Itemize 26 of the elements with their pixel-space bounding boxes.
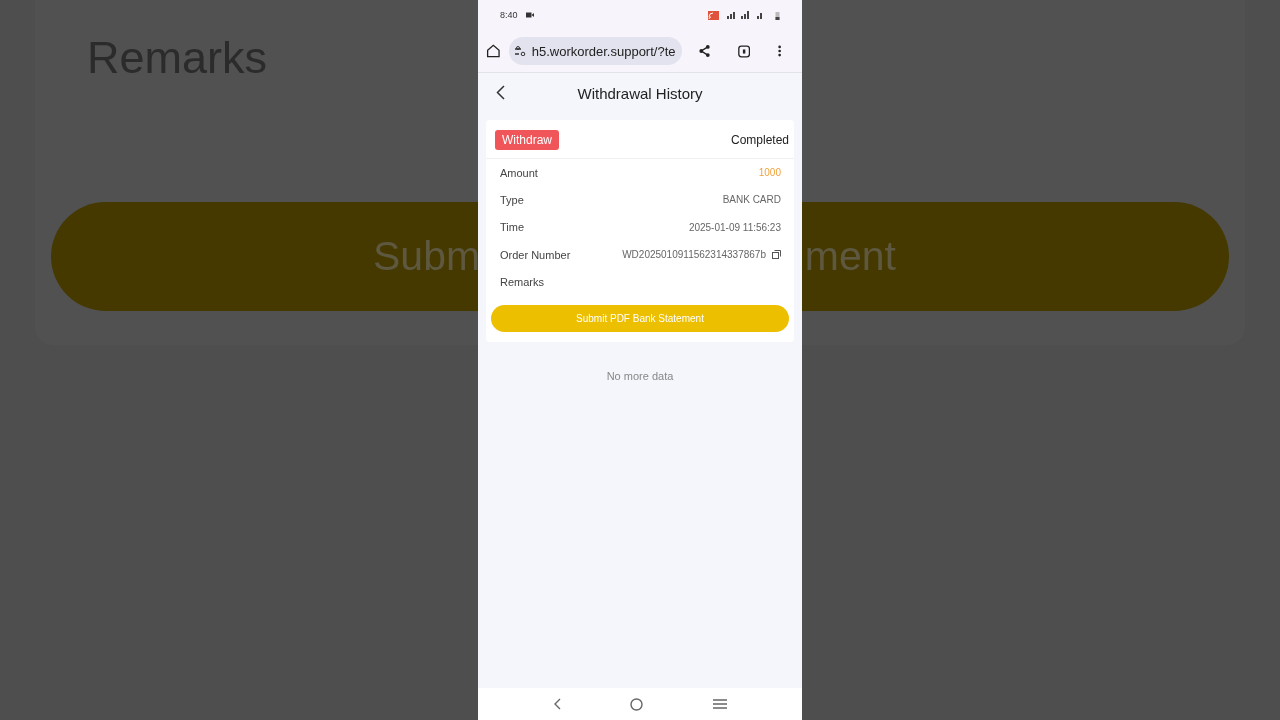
back-icon[interactable] (496, 85, 505, 100)
no-more-text: No more data (605, 370, 675, 383)
battery-icon (775, 10, 780, 20)
backdrop-button-text: Subm (373, 233, 481, 280)
field-label: Type (500, 193, 524, 206)
field-label: Time (500, 221, 525, 234)
field-label: Remarks (500, 275, 544, 288)
back-icon[interactable] (552, 698, 561, 710)
status-text: Completed (730, 133, 789, 147)
field-value: WD2025010911562314337867b (622, 249, 766, 261)
video-icon (525, 12, 534, 18)
type-tag: Withdraw (495, 130, 559, 150)
url-field[interactable]: h5.workorder.support/?te (508, 37, 682, 65)
field-label: Amount (500, 166, 538, 179)
menu-icon[interactable] (777, 44, 782, 58)
home-icon[interactable] (486, 42, 501, 60)
backdrop-button-text: ment (804, 233, 896, 280)
field-value: BANK CARD (722, 194, 781, 206)
field-value: 2025-01-09 11:56:23 (688, 221, 781, 233)
page-title: Withdrawal History (577, 84, 703, 102)
copy-icon[interactable] (772, 250, 781, 260)
share-icon[interactable] (697, 43, 711, 59)
status-time: 8:40 (500, 10, 518, 20)
field-label: Order Number (500, 248, 571, 261)
field-value: 1000 (758, 167, 781, 179)
tabs-icon[interactable] (738, 43, 751, 59)
